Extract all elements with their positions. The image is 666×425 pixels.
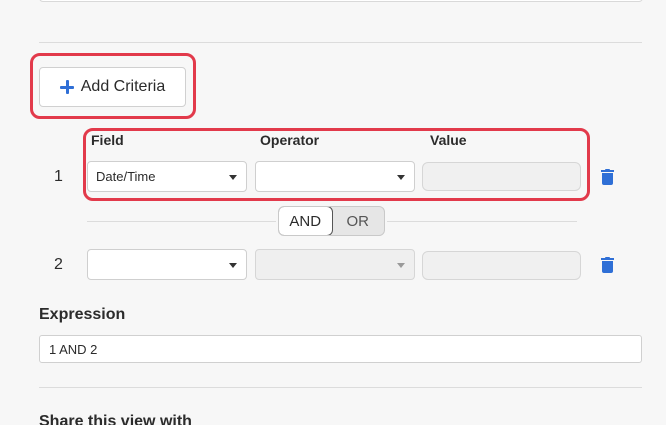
trash-icon[interactable] bbox=[601, 257, 614, 273]
criteria-row-number: 2 bbox=[54, 256, 63, 273]
plus-icon bbox=[59, 80, 74, 94]
field-select[interactable]: Date/Time bbox=[87, 161, 247, 192]
value-input[interactable] bbox=[422, 162, 581, 191]
expression-value: 1 AND 2 bbox=[49, 341, 98, 357]
chevron-down-icon bbox=[397, 175, 405, 180]
page: Add Criteria Field Operator Value 1 Date… bbox=[0, 0, 666, 425]
logic-separator-left bbox=[87, 221, 276, 222]
operator-select[interactable] bbox=[255, 161, 415, 192]
chevron-down-icon bbox=[229, 175, 237, 180]
expression-label: Expression bbox=[39, 306, 126, 323]
trash-icon[interactable] bbox=[601, 169, 614, 185]
logic-and-option[interactable]: AND bbox=[279, 207, 333, 235]
chevron-down-icon bbox=[229, 263, 237, 268]
section-divider-top bbox=[39, 42, 642, 43]
column-header-value: Value bbox=[430, 132, 467, 148]
operator-select bbox=[255, 249, 415, 280]
logic-or-option[interactable]: OR bbox=[332, 207, 385, 235]
column-header-operator: Operator bbox=[260, 132, 320, 148]
logic-toggle: AND OR bbox=[278, 206, 385, 236]
logic-separator-right bbox=[387, 221, 577, 222]
expression-input[interactable]: 1 AND 2 bbox=[39, 335, 642, 363]
previous-section-card bbox=[39, 0, 643, 2]
section-divider-bottom bbox=[39, 387, 642, 388]
chevron-down-icon bbox=[397, 263, 405, 268]
add-criteria-label: Add Criteria bbox=[80, 78, 166, 95]
add-criteria-button[interactable]: Add Criteria bbox=[39, 67, 186, 107]
column-header-field: Field bbox=[91, 132, 124, 148]
share-view-label: Share this view with bbox=[39, 413, 192, 425]
field-select-value: Date/Time bbox=[96, 169, 156, 184]
value-input bbox=[422, 251, 581, 280]
criteria-row-number: 1 bbox=[54, 168, 63, 185]
field-select[interactable] bbox=[87, 249, 247, 280]
